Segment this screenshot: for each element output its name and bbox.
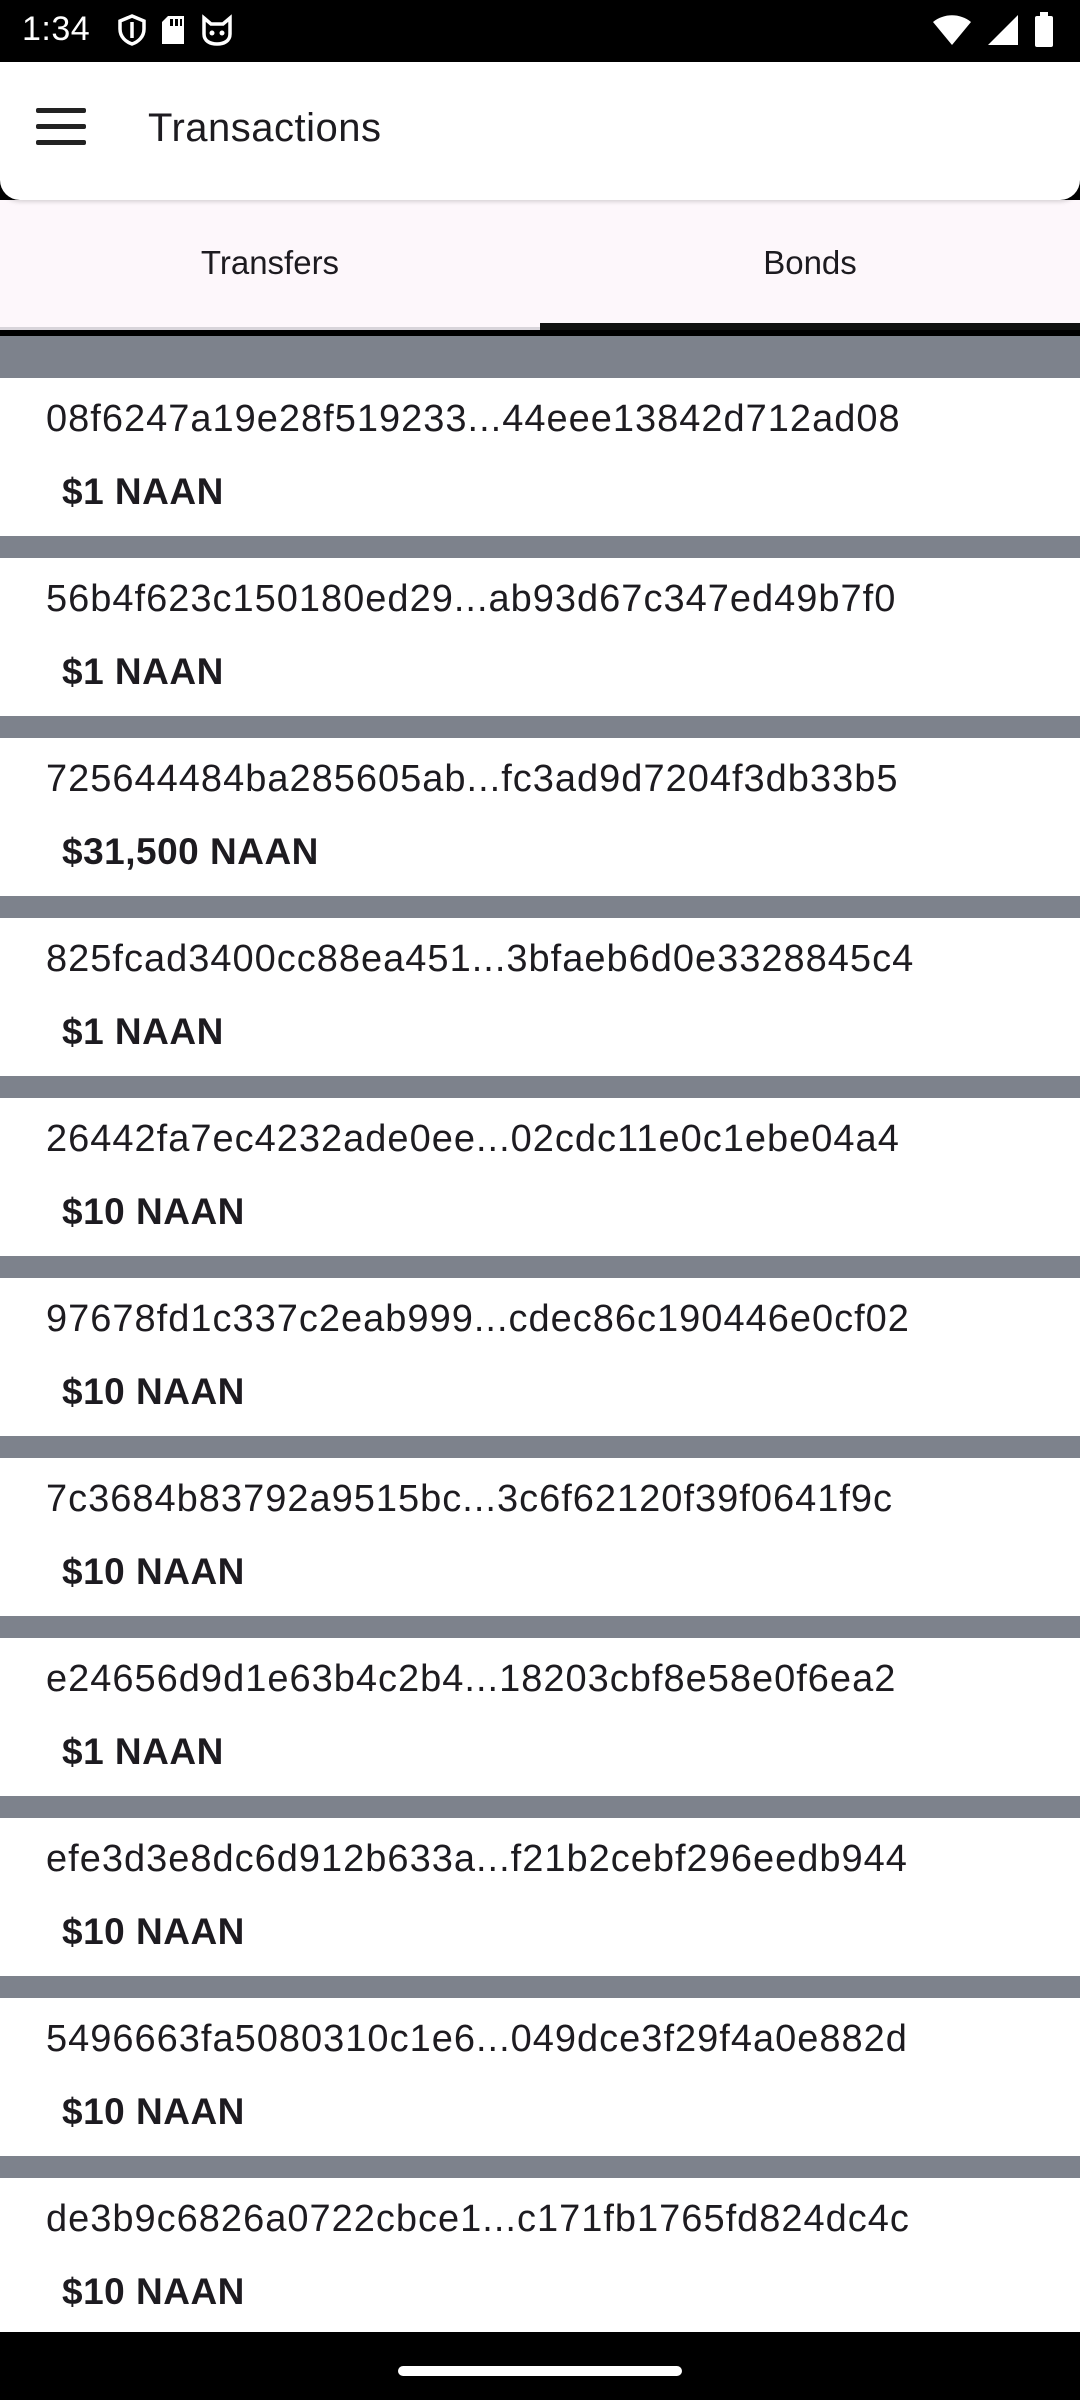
transaction-hash: e24656d9d1e63b4c2b4...18203cbf8e58e0f6ea… — [46, 1658, 897, 1700]
transaction-hash: de3b9c6826a0722cbce1...c171fb1765fd824dc… — [46, 2198, 910, 2240]
hamburger-menu-icon[interactable] — [36, 108, 88, 148]
bond-amount: $10 NAAN — [62, 1911, 245, 1952]
list-item[interactable]: e24656d9d1e63b4c2b4...18203cbf8e58e0f6ea… — [0, 1638, 1080, 1796]
bond-amount: $10 NAAN — [62, 1371, 245, 1412]
list-item[interactable]: 56b4f623c150180ed29...ab93d67c347ed49b7f… — [0, 558, 1080, 716]
status-time: 1:34 — [22, 10, 91, 48]
page-title: Transactions — [148, 106, 382, 150]
tab-divider — [0, 327, 540, 330]
bond-amount: $1 NAAN — [62, 1011, 224, 1052]
bond-amount: $10 NAAN — [62, 1551, 245, 1592]
bond-amount: $1 NAAN — [62, 471, 224, 512]
bond-amount: $10 NAAN — [62, 2271, 245, 2312]
transaction-hash: 7c3684b83792a9515bc...3c6f62120f39f0641f… — [46, 1478, 894, 1520]
list-item[interactable]: efe3d3e8dc6d912b633a...f21b2cebf296eedb9… — [0, 1818, 1080, 1976]
home-gesture-handle[interactable] — [398, 2366, 682, 2376]
tab-transfers[interactable]: Transfers — [0, 200, 540, 330]
transaction-hash: 5496663fa5080310c1e6...049dce3f29f4a0e88… — [46, 2018, 908, 2060]
tab-bonds[interactable]: Bonds — [540, 200, 1080, 330]
transaction-hash: 97678fd1c337c2eab999...cdec86c190446e0cf… — [46, 1298, 910, 1340]
transaction-hash: 825fcad3400cc88ea451...3bfaeb6d0e3328845… — [46, 938, 915, 980]
bond-amount: $10 NAAN — [62, 2091, 245, 2132]
cat-face-icon — [200, 14, 234, 46]
transaction-hash: efe3d3e8dc6d912b633a...f21b2cebf296eedb9… — [46, 1838, 908, 1880]
list-item[interactable]: de3b9c6826a0722cbce1...c171fb1765fd824dc… — [0, 2178, 1080, 2332]
bond-amount: $1 NAAN — [62, 1731, 224, 1772]
bond-amount: $1 NAAN — [62, 651, 224, 692]
bond-amount: $31,500 NAAN — [62, 831, 319, 872]
list-item[interactable]: 825fcad3400cc88ea451...3bfaeb6d0e3328845… — [0, 918, 1080, 1076]
transaction-hash: 26442fa7ec4232ade0ee...02cdc11e0c1ebe04a… — [46, 1118, 900, 1160]
list-item[interactable]: 08f6247a19e28f519233...44eee13842d712ad0… — [0, 378, 1080, 536]
bond-amount: $10 NAAN — [62, 1191, 245, 1232]
battery-icon — [1034, 12, 1054, 48]
list-item[interactable]: 725644484ba285605ab...fc3ad9d7204f3db33b… — [0, 738, 1080, 896]
tab-bonds-label: Bonds — [763, 244, 857, 281]
transaction-hash: 56b4f623c150180ed29...ab93d67c347ed49b7f… — [46, 578, 897, 620]
shield-icon — [118, 14, 146, 46]
status-bar: 1:34 — [0, 0, 1080, 62]
tab-active-indicator — [540, 323, 1080, 330]
list-item[interactable]: 5496663fa5080310c1e6...049dce3f29f4a0e88… — [0, 1998, 1080, 2156]
top-app-bar: Transactions — [0, 62, 1080, 200]
list-item[interactable]: 97678fd1c337c2eab999...cdec86c190446e0cf… — [0, 1278, 1080, 1436]
bonds-list[interactable]: 08f6247a19e28f519233...44eee13842d712ad0… — [0, 336, 1080, 2332]
transaction-hash: 08f6247a19e28f519233...44eee13842d712ad0… — [46, 398, 901, 440]
transaction-hash: 725644484ba285605ab...fc3ad9d7204f3db33b… — [46, 758, 899, 800]
list-item[interactable]: 7c3684b83792a9515bc...3c6f62120f39f0641f… — [0, 1458, 1080, 1616]
tab-transfers-label: Transfers — [200, 244, 340, 281]
sd-card-icon — [160, 14, 186, 46]
tab-bar: Transfers Bonds — [0, 200, 1080, 330]
wifi-icon — [932, 13, 972, 47]
system-navigation-bar — [0, 2334, 1080, 2400]
signal-icon — [986, 13, 1020, 47]
list-item[interactable]: 26442fa7ec4232ade0ee...02cdc11e0c1ebe04a… — [0, 1098, 1080, 1256]
